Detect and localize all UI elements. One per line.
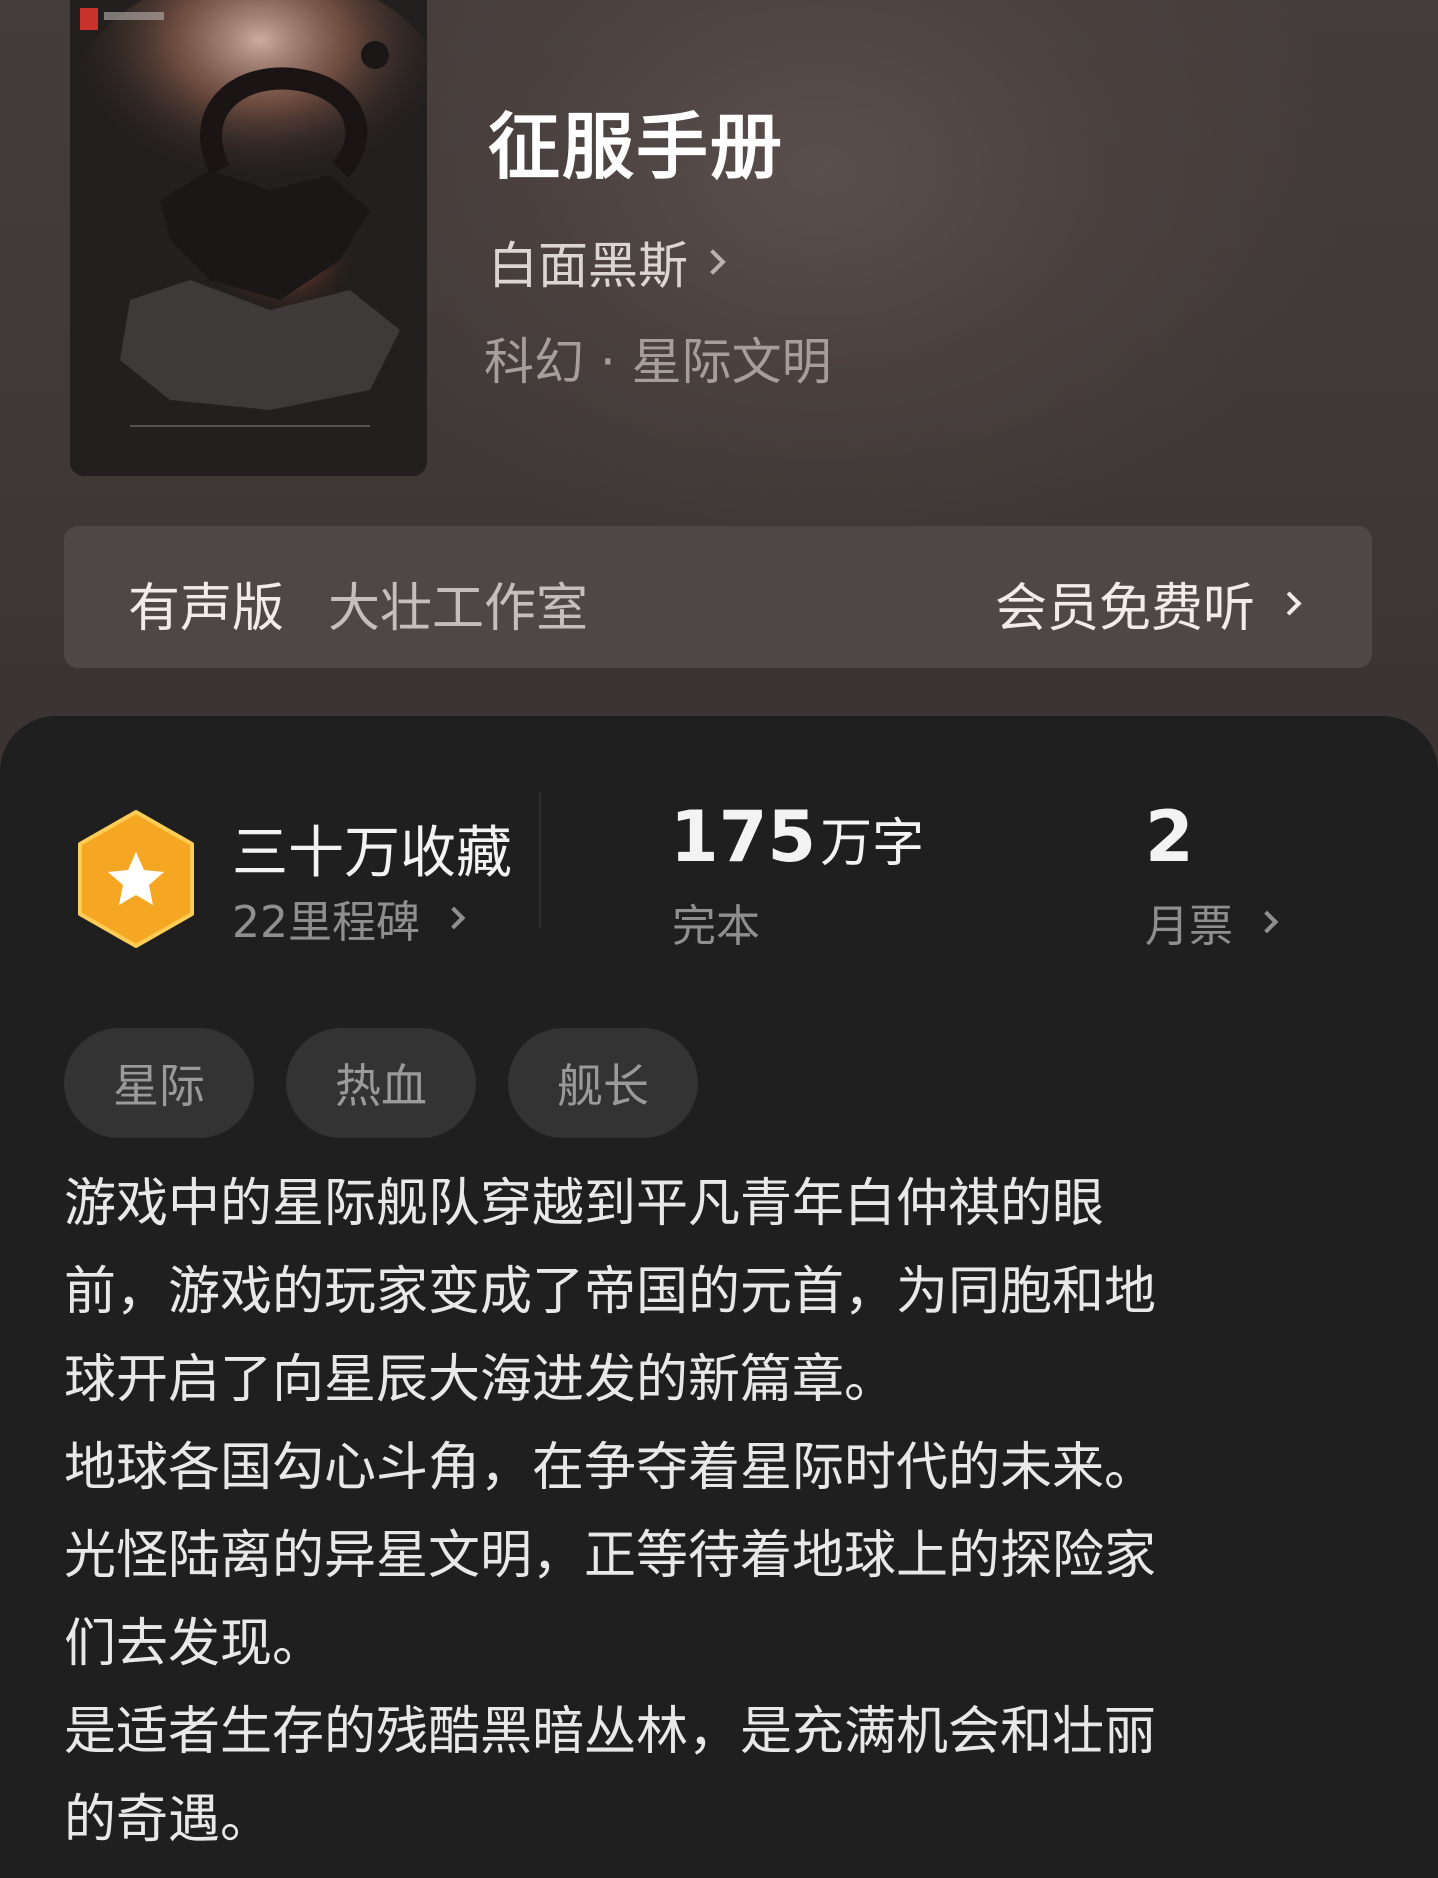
- milestone-link[interactable]: 22里程碑: [232, 886, 466, 950]
- chevron-right-icon: [1277, 591, 1302, 616]
- chevron-right-icon: [1255, 910, 1279, 934]
- book-title: 征服手册: [488, 105, 785, 189]
- author-name: 白面黑斯: [488, 237, 688, 295]
- publisher-logo: [80, 8, 98, 30]
- audio-label: 有声版: [128, 579, 285, 639]
- cover-art: [70, 0, 427, 476]
- book-cover[interactable]: [70, 0, 427, 476]
- monthly-votes-count: 2: [1145, 796, 1194, 878]
- publisher-mark: [104, 12, 164, 20]
- collection-count: 三十万收藏: [232, 821, 512, 886]
- tag-chip[interactable]: 热血: [286, 1028, 476, 1138]
- tag-chip[interactable]: 舰长: [508, 1028, 698, 1138]
- description-line: 地球各国勾心斗角，在争夺着星际时代的未来。: [64, 1438, 1157, 1498]
- audio-edition-bar[interactable]: 有声版 大壮工作室 会员免费听: [64, 526, 1372, 668]
- description-line: 光怪陆离的异星文明，正等待着地球上的探险家: [64, 1526, 1157, 1586]
- description-line: 是适者生存的残酷黑暗丛林，是充满机会和壮丽: [64, 1702, 1157, 1762]
- tag-chip[interactable]: 星际: [64, 1028, 254, 1138]
- monthly-votes-link[interactable]: 月票: [1145, 890, 1279, 954]
- milestone-label: 22里程碑: [232, 897, 420, 948]
- description-line: 前，游戏的玩家变成了帝国的元首，为同胞和地: [64, 1262, 1157, 1322]
- description-line: 球开启了向星辰大海进发的新篇章。: [64, 1350, 897, 1410]
- audio-studio: 大壮工作室: [328, 579, 589, 639]
- author-link[interactable]: 白面黑斯: [488, 226, 726, 298]
- description-line: 游戏中的星际舰队穿越到平凡青年白仲祺的眼: [64, 1174, 1105, 1234]
- member-listen-button[interactable]: 会员免费听: [994, 566, 1302, 641]
- chevron-right-icon: [442, 906, 466, 930]
- completion-status: 完本: [672, 901, 760, 952]
- word-count: 175万字: [670, 796, 924, 878]
- tag-list: 星际 热血 舰长: [64, 1028, 698, 1138]
- star-badge-icon: [78, 810, 194, 948]
- monthly-votes-label: 月票: [1145, 901, 1233, 952]
- word-count-number: 175: [670, 796, 817, 878]
- description-line: 的奇遇。: [64, 1790, 273, 1850]
- book-description: 游戏中的星际舰队穿越到平凡青年白仲祺的眼 前，游戏的玩家变成了帝国的元首，为同胞…: [64, 1160, 1364, 1864]
- description-line: 们去发现。: [64, 1614, 325, 1674]
- book-genre: 科幻 · 星际文明: [484, 333, 832, 391]
- word-count-unit: 万字: [820, 814, 925, 874]
- chevron-right-icon: [700, 249, 726, 275]
- stat-divider: [539, 792, 541, 928]
- member-listen-label: 会员免费听: [994, 579, 1255, 639]
